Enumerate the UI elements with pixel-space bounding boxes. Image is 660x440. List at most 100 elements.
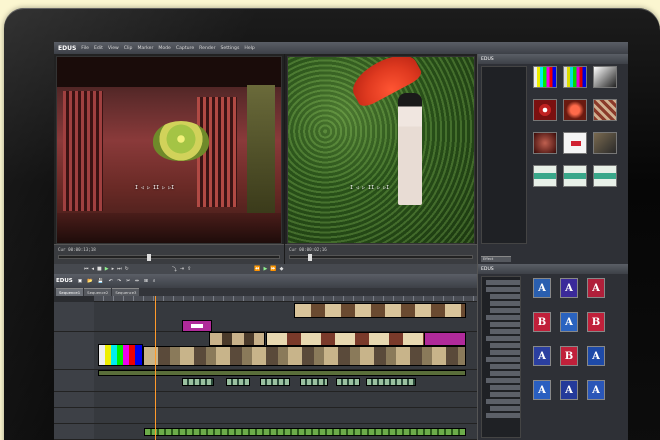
- effect-thumb-red-flower[interactable]: [563, 99, 587, 121]
- audio-clip-6[interactable]: [366, 378, 416, 386]
- step-forward-icon[interactable]: ▸: [112, 266, 115, 272]
- letter-effect-12[interactable]: A: [587, 380, 605, 400]
- track-lane-a1[interactable]: [94, 392, 477, 408]
- track-head-a2[interactable]: [54, 408, 94, 424]
- effect-panel-tab[interactable]: Effect: [481, 256, 511, 262]
- tab-sequence2[interactable]: Sequence2: [84, 288, 112, 296]
- play-icon-2[interactable]: ▶: [264, 266, 268, 272]
- effect-thumb-color-bars-2[interactable]: [563, 66, 587, 88]
- menu-view[interactable]: View: [108, 46, 119, 51]
- letter-effect-2[interactable]: A: [560, 278, 578, 298]
- title-clip[interactable]: [182, 320, 212, 332]
- zoom-icon[interactable]: ⌕: [153, 278, 156, 284]
- letter-effect-7[interactable]: A: [533, 346, 551, 366]
- audio-clip-1[interactable]: [182, 378, 214, 386]
- open-project-icon[interactable]: 📂: [87, 279, 93, 284]
- player-monitor: I ◁ ▷ II ▷ ▷I Cur 00:00:13;18: [54, 54, 284, 264]
- redo-icon[interactable]: ↷: [117, 279, 121, 284]
- undo-icon[interactable]: ↶: [109, 279, 113, 284]
- video-clip-main[interactable]: [143, 346, 466, 366]
- letter-effect-11[interactable]: A: [560, 380, 578, 400]
- menu-settings[interactable]: Settings: [221, 46, 240, 51]
- player-slider-knob[interactable]: [147, 254, 151, 261]
- new-sequence-icon[interactable]: ▣: [78, 279, 82, 284]
- effect-thumb-collage[interactable]: [593, 132, 617, 154]
- letter-effect-3[interactable]: A: [587, 278, 605, 298]
- letter-effect-5[interactable]: A: [560, 312, 578, 332]
- snap-icon[interactable]: ⊞: [144, 279, 148, 284]
- recorder-slider-knob[interactable]: [308, 254, 313, 261]
- export-icon[interactable]: ⇪: [187, 266, 191, 272]
- menu-clip[interactable]: Clip: [124, 46, 133, 51]
- letter-effect-8[interactable]: B: [560, 346, 578, 366]
- track-head-a3[interactable]: [54, 424, 94, 440]
- step-back-icon[interactable]: ◂: [92, 266, 95, 272]
- player-position-slider[interactable]: [58, 254, 280, 261]
- tab-sequence3[interactable]: Sequence3: [112, 288, 140, 296]
- track-head-va[interactable]: [54, 332, 94, 370]
- menu-help[interactable]: Help: [244, 46, 254, 51]
- menu-capture[interactable]: Capture: [176, 46, 194, 51]
- set-in-icon[interactable]: ⏮: [84, 266, 89, 272]
- recorder-timecode: Cur 00:00:02;16: [289, 247, 327, 252]
- letter-effect-1[interactable]: A: [533, 278, 551, 298]
- track-head-a1[interactable]: [54, 392, 94, 408]
- letter-effect-6[interactable]: B: [587, 312, 605, 332]
- effect-thumb-gradient[interactable]: [593, 66, 617, 88]
- set-out-icon[interactable]: ⏭: [117, 266, 122, 272]
- track-head-t[interactable]: [54, 302, 94, 332]
- effect-thumb-teal-1[interactable]: [533, 165, 557, 187]
- video-clip-strip-top[interactable]: [294, 303, 466, 318]
- menu-file[interactable]: File: [81, 46, 89, 51]
- audio-clip-3[interactable]: [260, 378, 290, 386]
- insert-icon[interactable]: ⤵: [172, 266, 177, 273]
- letter-effect-9[interactable]: A: [587, 346, 605, 366]
- menu-mode[interactable]: Mode: [158, 46, 171, 51]
- audio-clip-4[interactable]: [300, 378, 328, 386]
- cut-icon[interactable]: ✂: [126, 279, 130, 284]
- bin-folder-tree[interactable]: [481, 276, 521, 438]
- effect-category-tree[interactable]: [481, 66, 527, 244]
- effect-thumb-teal-2[interactable]: [563, 165, 587, 187]
- effect-thumb-color-bars[interactable]: [533, 66, 557, 88]
- track-head-v[interactable]: [54, 370, 94, 392]
- recorder-overlay-controls[interactable]: I ◁ ▷ II ▷ ▷I: [350, 185, 389, 191]
- timeline-tracks[interactable]: [54, 296, 477, 440]
- timeline-cursor[interactable]: [155, 296, 156, 440]
- track-lane-a2[interactable]: [94, 408, 477, 424]
- effect-thumb-teal-3[interactable]: [593, 165, 617, 187]
- edius-window: EDUS File Edit View Clip Marker Mode Cap…: [54, 42, 628, 440]
- recorder-video[interactable]: I ◁ ▷ II ▷ ▷I: [287, 56, 475, 244]
- stop-icon[interactable]: ■: [97, 266, 102, 272]
- menu-edit[interactable]: Edit: [94, 46, 103, 51]
- letter-effect-10[interactable]: A: [533, 380, 551, 400]
- transport-controls: ⏮ ◂ ■ ▶ ▸ ⏭ ↻ ⤵ ⇥ ⇪ ⏪ ▶ ⏩ ◆: [54, 264, 477, 274]
- effect-thumb-title-card[interactable]: [563, 132, 587, 154]
- player-overlay-controls[interactable]: I ◁ ▷ II ▷ ▷I: [135, 185, 174, 191]
- player-video[interactable]: I ◁ ▷ II ▷ ▷I: [56, 56, 282, 244]
- title-clip-2[interactable]: [424, 332, 466, 346]
- video-clip-a[interactable]: [209, 332, 265, 346]
- menu-marker[interactable]: Marker: [137, 46, 153, 51]
- recorder-position-slider[interactable]: [289, 254, 473, 261]
- menu-render[interactable]: Render: [199, 46, 215, 51]
- play-icon[interactable]: ▶: [105, 266, 109, 272]
- color-bars-clip[interactable]: [98, 344, 143, 366]
- ripple-icon[interactable]: ⇔: [135, 279, 139, 284]
- effect-thumb-dark-red[interactable]: [533, 132, 557, 154]
- next-edit-icon[interactable]: ⏩: [270, 266, 276, 272]
- letter-effect-4[interactable]: B: [533, 312, 551, 332]
- prev-edit-icon[interactable]: ⏪: [254, 266, 260, 272]
- audio-clip-link[interactable]: [98, 370, 466, 376]
- effect-thumb-pattern[interactable]: [593, 99, 617, 121]
- audio-clip-5[interactable]: [336, 378, 360, 386]
- bin-panel-title: EDUS: [481, 266, 494, 272]
- mark-icon[interactable]: ◆: [280, 266, 284, 272]
- audio-clip-2[interactable]: [226, 378, 250, 386]
- loop-icon[interactable]: ↻: [125, 266, 129, 272]
- tab-sequence1[interactable]: Sequence1: [56, 288, 84, 296]
- save-icon[interactable]: 💾: [98, 279, 104, 284]
- bgm-audio-clip[interactable]: [144, 428, 466, 436]
- overwrite-icon[interactable]: ⇥: [180, 266, 184, 272]
- effect-thumb-red-swirl[interactable]: [533, 99, 557, 121]
